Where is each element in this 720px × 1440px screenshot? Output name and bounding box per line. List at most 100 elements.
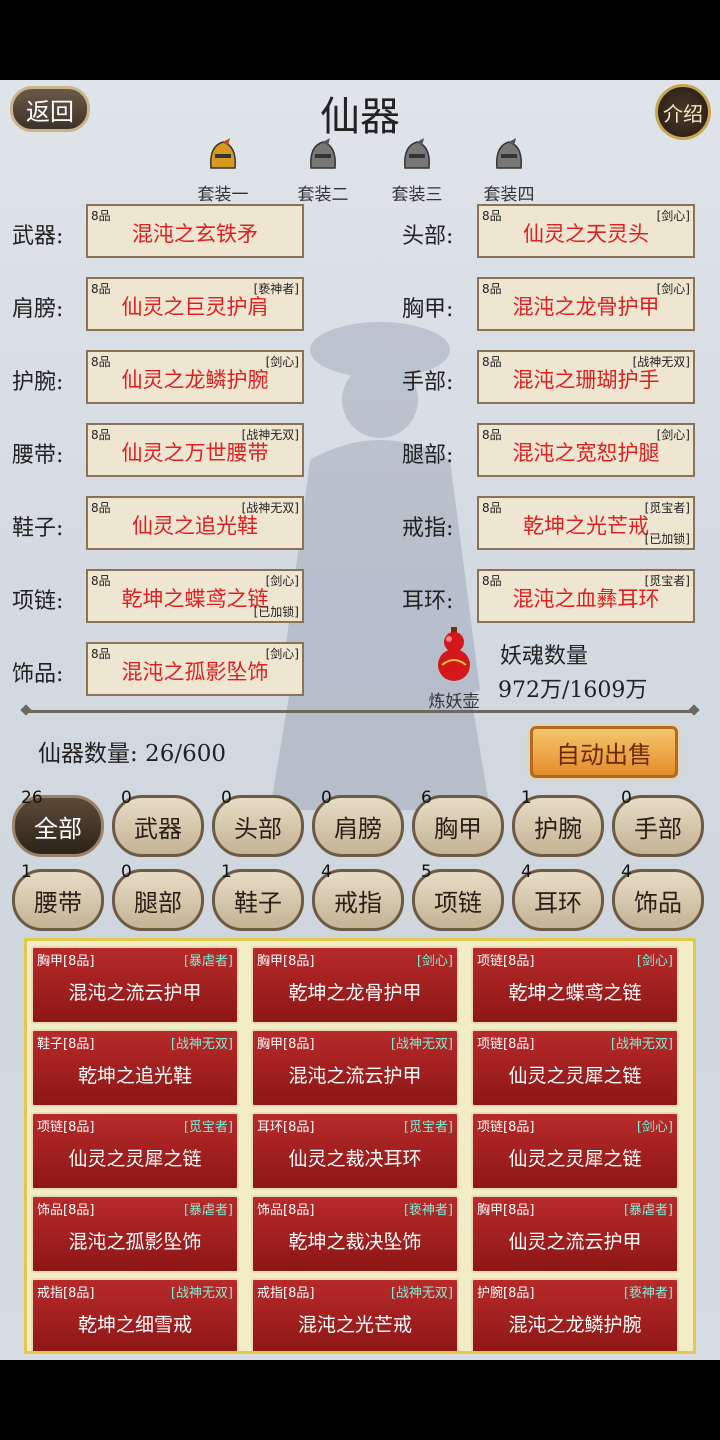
slot-label: 武器: (12, 224, 64, 249)
slot-label: 饰品: (12, 662, 64, 687)
filter-label: 耳环 (534, 888, 582, 917)
filter-button[interactable]: 6 胸甲 (412, 788, 504, 857)
nav-bar-area (0, 1360, 720, 1440)
inventory-item-card[interactable]: 耳环[8品] [觅宝者] 仙灵之裁决耳环 (251, 1112, 459, 1190)
filter-button[interactable]: 26 全部 (12, 788, 104, 857)
inventory-item-card[interactable]: 饰品[8品] [暴虐者] 混沌之孤影坠饰 (31, 1195, 239, 1273)
item-category: 饰品[8品] (257, 1203, 315, 1218)
item-set-tag: [亵神者] (623, 1286, 673, 1301)
filter-button[interactable]: 1 护腕 (512, 788, 604, 857)
inventory-item-card[interactable]: 胸甲[8品] [剑心] 乾坤之龙骨护甲 (251, 946, 459, 1024)
item-category: 胸甲[8品] (477, 1203, 535, 1218)
item-set-tag: [剑心] (416, 954, 453, 969)
helmet-icon (404, 138, 430, 169)
equipment-slot[interactable]: 8品 混沌之玄铁矛 (86, 204, 304, 258)
filter-button[interactable]: 1 鞋子 (212, 862, 304, 931)
equipment-slot[interactable]: 8品 [亵神者] 仙灵之巨灵护肩 (86, 277, 304, 331)
filter-button[interactable]: 0 手部 (612, 788, 704, 857)
slot-item-name: 混沌之玄铁矛 (132, 222, 258, 246)
filter-count: 5 (421, 862, 432, 882)
equipment-slot[interactable]: 8品 [剑心] 混沌之孤影坠饰 (86, 642, 304, 696)
item-name: 混沌之流云护甲 (68, 982, 202, 1004)
set-tab-3[interactable]: 套装三 (382, 138, 452, 205)
filter-button[interactable]: 5 项链 (412, 862, 504, 931)
equipment-slot[interactable]: 8品 [剑心] 仙灵之龙鳞护腕 (86, 350, 304, 404)
filter-button[interactable]: 4 戒指 (312, 862, 404, 931)
filter-count: 0 (121, 788, 132, 808)
equipment-slot[interactable]: 8品 [剑心] 混沌之龙骨护甲 (477, 277, 695, 331)
slot-item-name: 混沌之宽恕护腿 (512, 441, 660, 465)
gourd-icon (438, 627, 470, 681)
refiner-label: 炼妖壶 (428, 692, 480, 712)
filter-button[interactable]: 4 耳环 (512, 862, 604, 931)
item-name: 仙灵之灵犀之链 (508, 1148, 642, 1170)
set-tab-1[interactable]: 套装一 (188, 138, 258, 205)
inventory-item-card[interactable]: 护腕[8品] [亵神者] 混沌之龙鳞护腕 (471, 1278, 679, 1351)
status-bar-area (0, 0, 720, 80)
inventory-item-card[interactable]: 戒指[8品] [战神无双] 乾坤之细雪戒 (31, 1278, 239, 1351)
slot-label: 项链: (12, 589, 64, 614)
slot-item-name: 仙灵之龙鳞护腕 (121, 368, 269, 392)
item-set-tag: [亵神者] (403, 1203, 453, 1218)
inventory-item-card[interactable]: 鞋子[8品] [战神无双] 乾坤之追光鞋 (31, 1029, 239, 1107)
auto-sell-button[interactable]: 自动出售 (530, 726, 678, 778)
filter-button[interactable]: 0 肩膀 (312, 788, 404, 857)
equipment-slot[interactable]: 8品 [剑心] 混沌之宽恕护腿 (477, 423, 695, 477)
filter-button[interactable]: 0 腿部 (112, 862, 204, 931)
equipment-slot[interactable]: 8品 [觅宝者] 乾坤之光芒戒 [已加锁] (477, 496, 695, 550)
item-name: 仙灵之流云护甲 (508, 1231, 642, 1253)
equipment-slot[interactable]: 8品 [觅宝者] 混沌之血彝耳环 (477, 569, 695, 623)
artifact-count: 仙器数量: 26/600 (38, 741, 226, 767)
item-set-tag: [战神无双] (390, 1037, 453, 1052)
slot-label: 胸甲: (402, 297, 454, 322)
inventory-item-card[interactable]: 项链[8品] [剑心] 仙灵之灵犀之链 (471, 1112, 679, 1190)
equipment-slot[interactable]: 8品 [战神无双] 混沌之珊瑚护手 (477, 350, 695, 404)
refiner-gourd[interactable]: 炼妖壶 (424, 625, 484, 712)
inventory-item-card[interactable]: 饰品[8品] [亵神者] 乾坤之裁决坠饰 (251, 1195, 459, 1273)
helmet-icon (496, 138, 522, 169)
slot-lock-status: [已加锁] (644, 532, 690, 546)
item-category: 戒指[8品] (257, 1286, 315, 1301)
inventory-item-card[interactable]: 胸甲[8品] [暴虐者] 仙灵之流云护甲 (471, 1195, 679, 1273)
filter-label: 全部 (34, 814, 82, 843)
equipment-slot[interactable]: 8品 [剑心] 乾坤之蝶鸢之链 [已加锁] (86, 569, 304, 623)
slot-label: 腿部: (402, 443, 454, 468)
equipment-slot[interactable]: 8品 [战神无双] 仙灵之万世腰带 (86, 423, 304, 477)
slot-item-name: 混沌之珊瑚护手 (512, 368, 660, 392)
section-divider (26, 710, 694, 713)
filter-button[interactable]: 0 头部 (212, 788, 304, 857)
slot-item-name: 混沌之龙骨护甲 (512, 295, 660, 319)
inventory-item-card[interactable]: 项链[8品] [剑心] 乾坤之蝶鸢之链 (471, 946, 679, 1024)
filter-button[interactable]: 4 饰品 (612, 862, 704, 931)
slot-label: 手部: (402, 370, 454, 395)
filter-label: 腿部 (134, 888, 182, 917)
inventory-panel: 胸甲[8品] [暴虐者] 混沌之流云护甲 胸甲[8品] [剑心] 乾坤之龙骨护甲 项链[8品… (24, 938, 696, 1354)
slot-label: 鞋子: (12, 516, 64, 541)
equipment-slot[interactable]: 8品 [战神无双] 仙灵之追光鞋 (86, 496, 304, 550)
item-name: 仙灵之裁决耳环 (288, 1148, 422, 1170)
item-category: 项链[8品] (477, 1120, 535, 1135)
inventory-item-card[interactable]: 戒指[8品] [战神无双] 混沌之光芒戒 (251, 1278, 459, 1351)
inventory-item-card[interactable]: 胸甲[8品] [战神无双] 混沌之流云护甲 (251, 1029, 459, 1107)
item-name: 混沌之孤影坠饰 (68, 1231, 202, 1253)
filter-count: 0 (321, 788, 332, 808)
slot-item-name: 混沌之孤影坠饰 (121, 660, 269, 684)
slot-label: 头部: (402, 224, 454, 249)
slot-item-name: 仙灵之万世腰带 (121, 441, 269, 465)
set-tab-4[interactable]: 套装四 (474, 138, 544, 205)
inventory-item-card[interactable]: 项链[8品] [觅宝者] 仙灵之灵犀之链 (31, 1112, 239, 1190)
inventory-item-card[interactable]: 胸甲[8品] [暴虐者] 混沌之流云护甲 (31, 946, 239, 1024)
inventory-item-card[interactable]: 项链[8品] [战神无双] 仙灵之灵犀之链 (471, 1029, 679, 1107)
filter-label: 武器 (134, 814, 182, 843)
set-tab-2[interactable]: 套装二 (288, 138, 358, 205)
intro-button[interactable]: 介绍 (655, 84, 711, 140)
slot-label: 肩膀: (12, 297, 64, 322)
filter-label: 腰带 (34, 888, 82, 917)
slot-label: 戒指: (402, 516, 454, 541)
filter-label: 护腕 (534, 814, 582, 843)
equipment-slot[interactable]: 8品 [剑心] 仙灵之天灵头 (477, 204, 695, 258)
filter-button[interactable]: 0 武器 (112, 788, 204, 857)
set-tab-label: 套装三 (391, 185, 443, 205)
set-tab-label: 套装一 (197, 185, 249, 205)
filter-button[interactable]: 1 腰带 (12, 862, 104, 931)
